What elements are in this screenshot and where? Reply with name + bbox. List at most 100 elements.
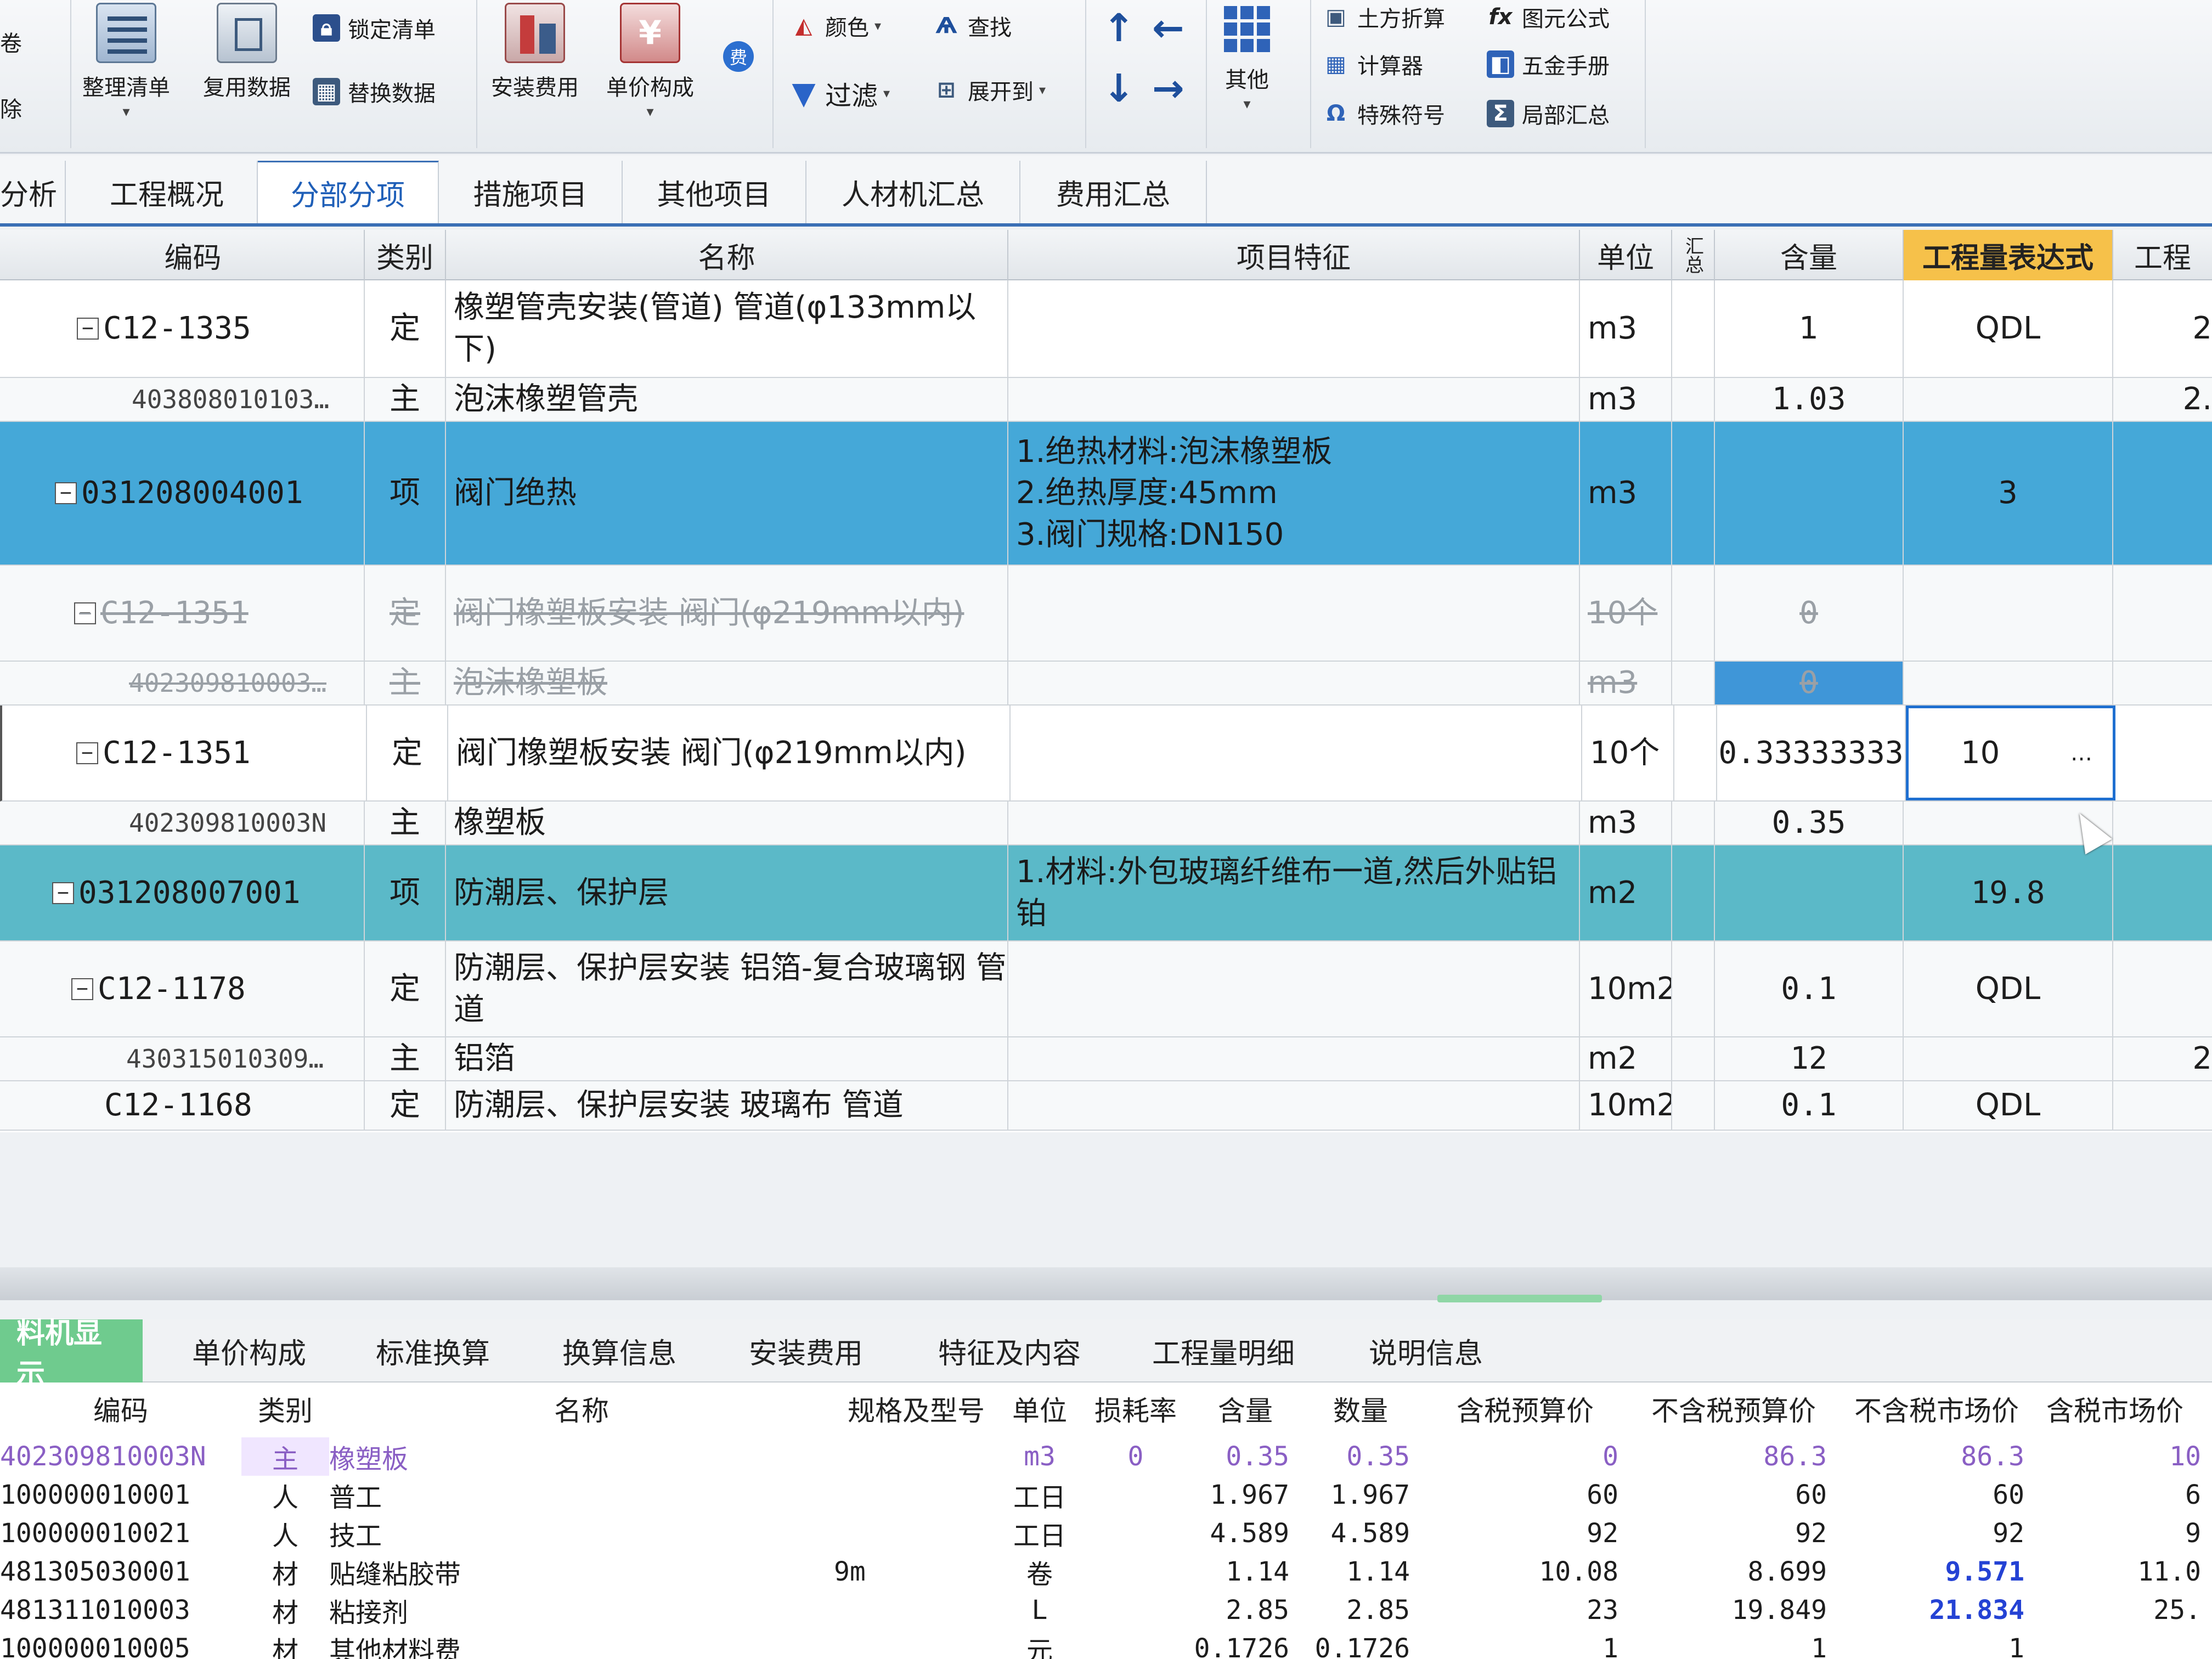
tab-measures[interactable]: 措施项目: [439, 161, 623, 223]
row-content[interactable]: 0.1: [1715, 941, 1904, 1036]
row-expression[interactable]: [1904, 378, 2113, 421]
row-name[interactable]: 橡塑管壳安装(管道) 管道(φ133mm以下): [446, 280, 1008, 377]
bheader-qty[interactable]: 数量: [1300, 1383, 1421, 1435]
tab-other-items[interactable]: 其他项目: [623, 161, 806, 223]
tab-description[interactable]: 说明信息: [1369, 1319, 1483, 1383]
bheader-notax-budget[interactable]: 不含税预算价: [1629, 1383, 1838, 1435]
header-summary[interactable]: 汇总: [1672, 230, 1715, 280]
tab-conversion-info[interactable]: 换算信息: [562, 1319, 676, 1383]
row-expression[interactable]: [1904, 566, 2113, 661]
row-content[interactable]: [1715, 845, 1904, 940]
collapse-icon[interactable]: −: [77, 318, 99, 340]
row-content[interactable]: 1: [1715, 280, 1904, 377]
row-expression[interactable]: [1904, 662, 2113, 704]
table-row[interactable]: 402309810003… 主 泡沫橡塑板 m3 0: [0, 662, 2212, 706]
row-feature[interactable]: 1.材料:外包玻璃纤维布一道,然后外贴铝铂: [1008, 845, 1580, 940]
row-summary[interactable]: [1672, 845, 1715, 940]
collapse-icon[interactable]: −: [52, 882, 74, 904]
tab-fee-summary[interactable]: 费用汇总: [1020, 161, 1207, 223]
material-row[interactable]: 402309810003N 主 橡塑板 m3 0 0.35 0.35 0 86.…: [0, 1437, 2212, 1476]
row-feature[interactable]: [1008, 1037, 1580, 1080]
row-unit[interactable]: 10个: [1580, 566, 1672, 661]
panel-splitter[interactable]: [0, 1267, 2212, 1302]
table-row[interactable]: 403808010103… 主 泡沫橡塑管壳 m3 1.03 2.: [0, 378, 2212, 422]
row-unit[interactable]: m2: [1580, 1037, 1672, 1080]
row-summary[interactable]: [1672, 1037, 1715, 1080]
row-content[interactable]: [1715, 422, 1904, 565]
table-row[interactable]: − C12-1178 定 防潮层、保护层安装 铝箔-复合玻璃钢 管道 10m2 0…: [0, 941, 2212, 1037]
ellipsis-button[interactable]: …: [2070, 738, 2092, 768]
tab-unit-price-composition[interactable]: 单价构成: [192, 1319, 306, 1383]
row-content[interactable]: 1.03: [1715, 378, 1904, 421]
row-expression[interactable]: QDL: [1904, 1081, 2113, 1130]
table-row[interactable]: C12-1168 定 防潮层、保护层安装 玻璃布 管道 10m2 0.1 QDL: [0, 1081, 2212, 1131]
row-content[interactable]: 0.33333333: [1717, 706, 1906, 800]
row-name[interactable]: 阀门橡塑板安装 阀门(φ219mm以内): [448, 706, 1011, 800]
header-name[interactable]: 名称: [446, 230, 1008, 280]
material-row[interactable]: 481305030001 材 贴缝粘胶带 9m 卷 1.14 1.14 10.0…: [0, 1553, 2212, 1591]
bheader-content[interactable]: 含量: [1190, 1383, 1300, 1435]
tab-labor-material-summary[interactable]: 人材机汇总: [806, 161, 1020, 223]
table-row[interactable]: − C12-1335 定 橡塑管壳安装(管道) 管道(φ133mm以下) m3 1…: [0, 280, 2212, 378]
bheader-name[interactable]: 名称: [329, 1383, 834, 1435]
table-row[interactable]: −031208007001 项 防潮层、保护层 1.材料:外包玻璃纤维布一道,然…: [0, 845, 2212, 941]
table-row[interactable]: − C12-1351 定 阀门橡塑板安装 阀门(φ219mm以内) 10个 0: [0, 566, 2212, 662]
row-feature[interactable]: [1008, 941, 1580, 1036]
row-expression[interactable]: 3: [1904, 422, 2113, 565]
row-name[interactable]: 阀门绝热: [446, 422, 1008, 565]
bheader-type[interactable]: 类别: [241, 1383, 329, 1435]
row-feature[interactable]: [1008, 566, 1580, 661]
row-unit[interactable]: m3: [1580, 422, 1672, 565]
tab-analysis[interactable]: 分析: [0, 161, 66, 223]
row-feature[interactable]: 1.绝热材料:泡沫橡塑板 2.绝热厚度:45mm 3.阀门规格:DN150: [1008, 422, 1580, 565]
table-row[interactable]: 402309810003N 主 橡塑板 m3 0.35: [0, 802, 2212, 845]
bheader-unit[interactable]: 单位: [998, 1383, 1081, 1435]
row-content[interactable]: 0: [1715, 566, 1904, 661]
row-unit[interactable]: m2: [1580, 845, 1672, 940]
tab-feature-content[interactable]: 特征及内容: [938, 1319, 1081, 1383]
row-name[interactable]: 防潮层、保护层安装 铝箔-复合玻璃钢 管道: [446, 941, 1008, 1036]
row-summary[interactable]: [1672, 941, 1715, 1036]
tab-project-overview[interactable]: 工程概况: [77, 161, 258, 223]
row-unit[interactable]: 10m2: [1580, 941, 1672, 1036]
row-feature[interactable]: [1008, 802, 1580, 844]
header-code[interactable]: 编码: [22, 230, 365, 280]
row-name[interactable]: 铝箔: [446, 1037, 1008, 1080]
row-summary[interactable]: [1672, 422, 1715, 565]
header-feature[interactable]: 项目特征: [1008, 230, 1580, 280]
row-name[interactable]: 泡沫橡塑板: [446, 662, 1008, 704]
row-summary[interactable]: [1674, 706, 1717, 800]
bheader-tax-market[interactable]: 含税市场价: [2035, 1383, 2212, 1435]
row-expression[interactable]: QDL: [1904, 941, 2113, 1036]
row-feature[interactable]: [1008, 662, 1580, 704]
row-content[interactable]: 0.35: [1715, 802, 1904, 844]
header-quantity-expression[interactable]: 工程量表达式: [1904, 230, 2113, 280]
table-row[interactable]: − C12-1351 定 阀门橡塑板安装 阀门(φ219mm以内) 10个 0.3…: [0, 706, 2212, 802]
row-feature[interactable]: [1008, 1081, 1580, 1130]
row-expression[interactable]: 19.8: [1904, 845, 2113, 940]
row-expression[interactable]: [1904, 1037, 2113, 1080]
collapse-icon[interactable]: −: [55, 482, 77, 504]
row-name[interactable]: 防潮层、保护层安装 玻璃布 管道: [446, 1081, 1008, 1130]
row-unit[interactable]: m3: [1580, 662, 1672, 704]
row-summary[interactable]: [1672, 280, 1715, 377]
tab-install-cost[interactable]: 安装费用: [749, 1319, 863, 1383]
collapse-icon[interactable]: −: [76, 742, 98, 764]
row-expression[interactable]: QDL: [1904, 280, 2113, 377]
row-unit[interactable]: m3: [1580, 378, 1672, 421]
row-feature[interactable]: [1008, 378, 1580, 421]
header-type[interactable]: 类别: [365, 230, 446, 280]
expression-edit-cell[interactable]: 10 …: [1906, 706, 2115, 800]
row-unit[interactable]: 10个: [1582, 706, 1674, 800]
bheader-notax-market[interactable]: 不含税市场价: [1838, 1383, 2035, 1435]
row-name[interactable]: 阀门橡塑板安装 阀门(φ219mm以内): [446, 566, 1008, 661]
material-row[interactable]: 100000010001 人 普工 工日 1.967 1.967 60 60 6…: [0, 1476, 2212, 1514]
header-unit[interactable]: 单位: [1580, 230, 1672, 280]
tab-sub-items[interactable]: 分部分项: [258, 161, 439, 223]
row-content[interactable]: 0.1: [1715, 1081, 1904, 1130]
row-summary[interactable]: [1672, 378, 1715, 421]
row-summary[interactable]: [1672, 566, 1715, 661]
row-summary[interactable]: [1672, 662, 1715, 704]
bheader-spec[interactable]: 规格及型号: [834, 1383, 998, 1435]
table-row[interactable]: 430315010309… 主 铝箔 m2 12 2: [0, 1037, 2212, 1081]
